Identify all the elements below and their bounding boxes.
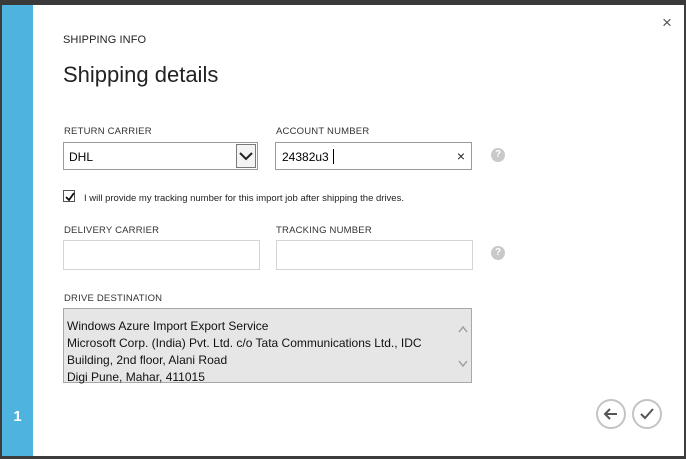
delivery-carrier-input[interactable] bbox=[63, 240, 260, 270]
dropdown-button[interactable] bbox=[236, 144, 256, 168]
account-number-input[interactable]: 24382u3 × bbox=[275, 142, 472, 170]
destination-line: Building, 2nd floor, Alani Road bbox=[67, 353, 228, 367]
clear-input-icon[interactable]: × bbox=[457, 148, 465, 164]
destination-line: Windows Azure Import Export Service bbox=[67, 319, 269, 333]
drive-destination-textarea[interactable]: Windows Azure Import Export Service Micr… bbox=[63, 308, 472, 386]
textarea-scrollbar[interactable] bbox=[457, 323, 469, 371]
tracking-later-label[interactable]: I will provide my tracking number for th… bbox=[84, 193, 404, 204]
account-number-label: ACCOUNT NUMBER bbox=[276, 126, 370, 137]
destination-line: Microsoft Corp. (India) Pvt. Ltd. c/o Ta… bbox=[67, 336, 422, 350]
step-number: 1 bbox=[13, 408, 22, 425]
wizard-side-strip: 1 bbox=[2, 5, 33, 456]
page-title: Shipping details bbox=[63, 62, 219, 87]
delivery-carrier-label: DELIVERY CARRIER bbox=[64, 225, 160, 236]
chevron-down-icon bbox=[239, 152, 253, 161]
drive-destination-text: Windows Azure Import Export Service Micr… bbox=[67, 318, 422, 386]
return-carrier-value: DHL bbox=[69, 150, 94, 164]
return-carrier-select[interactable]: DHL bbox=[63, 142, 258, 170]
text-caret bbox=[333, 149, 334, 164]
tracking-number-label: TRACKING NUMBER bbox=[276, 225, 372, 236]
arrow-left-icon bbox=[603, 408, 617, 420]
tracking-number-input[interactable] bbox=[276, 240, 473, 270]
tracking-number-help-icon[interactable]: ? bbox=[491, 246, 505, 260]
finish-button[interactable] bbox=[632, 399, 662, 429]
checkmark-icon bbox=[65, 192, 75, 202]
section-eyebrow: SHIPPING INFO bbox=[63, 34, 147, 46]
back-button[interactable] bbox=[596, 399, 626, 429]
shipping-dialog: 1 × SHIPPING INFO Shipping details RETUR… bbox=[2, 5, 684, 456]
drive-destination-label: DRIVE DESTINATION bbox=[64, 293, 163, 304]
account-number-value: 24382u3 bbox=[282, 150, 329, 164]
tracking-later-checkbox[interactable] bbox=[63, 190, 75, 202]
destination-line: Digi Pune, Mahar, 411015 bbox=[67, 370, 205, 384]
scroll-arrows-icon bbox=[458, 325, 468, 368]
return-carrier-label: RETURN CARRIER bbox=[64, 126, 152, 137]
close-button[interactable]: × bbox=[660, 14, 674, 32]
account-number-help-icon[interactable]: ? bbox=[491, 148, 505, 162]
checkmark-icon bbox=[640, 408, 654, 420]
